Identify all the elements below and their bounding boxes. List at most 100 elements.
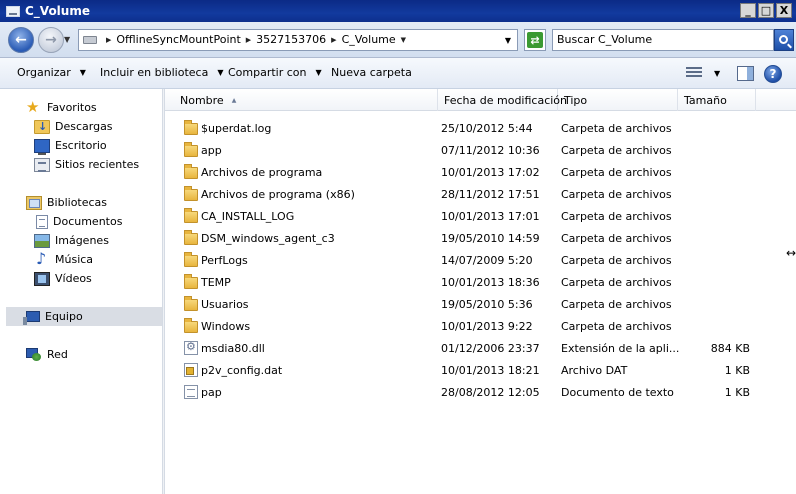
mouse-cursor-icon: ↔ bbox=[786, 246, 796, 260]
chevron-icon[interactable]: ▶ bbox=[246, 36, 251, 44]
nav-network[interactable]: Red bbox=[26, 345, 68, 364]
help-icon[interactable]: ? bbox=[764, 65, 782, 83]
breadcrumb[interactable]: ▶ OfflineSyncMountPoint ▶ 3527153706 ▶ C… bbox=[78, 29, 518, 51]
table-row[interactable]: Archivos de programa (x86) 28/11/2012 17:… bbox=[165, 184, 796, 206]
window-title: C_Volume bbox=[25, 4, 90, 18]
chevron-down-icon[interactable]: ▼ bbox=[401, 36, 406, 44]
refresh-button[interactable]: ⇄ bbox=[524, 29, 546, 51]
breadcrumb-c-volume[interactable]: C_Volume bbox=[342, 33, 396, 46]
pictures-icon bbox=[34, 233, 50, 248]
column-name-label: Nombre bbox=[180, 93, 224, 107]
drive-icon bbox=[6, 6, 20, 17]
table-row[interactable]: msdia80.dll 01/12/2006 23:37 Extensión de … bbox=[165, 338, 796, 360]
folder-icon bbox=[184, 186, 198, 201]
nav-music[interactable]: Música bbox=[34, 249, 93, 269]
table-row[interactable]: PerfLogs 14/07/2009 5:20 Carpeta de archiv… bbox=[165, 250, 796, 272]
nav-downloads-label: Descargas bbox=[55, 120, 113, 133]
nav-recent-places[interactable]: Sitios recientes bbox=[34, 155, 139, 174]
address-history-dropdown[interactable]: ▼ bbox=[505, 36, 511, 45]
column-header-name[interactable]: Nombre ▲ bbox=[174, 89, 438, 111]
view-options-icon[interactable] bbox=[686, 67, 702, 79]
recent-pages-dropdown[interactable]: ▼ bbox=[64, 35, 70, 44]
music-icon bbox=[34, 249, 50, 268]
table-row[interactable]: $uperdat.log 25/10/2012 5:44 Carpeta de ar… bbox=[165, 118, 796, 140]
file-modified: 25/10/2012 5:44 bbox=[441, 122, 533, 135]
back-button[interactable]: ← bbox=[8, 27, 34, 53]
table-row[interactable]: CA_INSTALL_LOG 10/01/2013 17:01 Carpeta de… bbox=[165, 206, 796, 228]
file-type: Carpeta de archivos bbox=[561, 210, 672, 223]
maximize-button[interactable]: □ bbox=[758, 3, 774, 18]
search-box[interactable] bbox=[552, 29, 774, 51]
nav-downloads[interactable]: Descargas bbox=[34, 117, 113, 136]
file-modified: 10/01/2013 18:36 bbox=[441, 276, 540, 289]
libraries-icon bbox=[26, 195, 42, 210]
text-file-icon bbox=[184, 385, 198, 399]
table-row[interactable]: Usuarios 19/05/2010 5:36 Carpeta de archiv… bbox=[165, 294, 796, 316]
file-modified: 10/01/2013 17:01 bbox=[441, 210, 540, 223]
view-options-dropdown[interactable]: ▼ bbox=[714, 69, 720, 78]
breadcrumb-id[interactable]: 3527153706 bbox=[256, 33, 326, 46]
file-type: Extensión de la apli... bbox=[561, 342, 680, 355]
file-modified: 01/12/2006 23:37 bbox=[441, 342, 540, 355]
documents-icon bbox=[36, 214, 48, 229]
star-icon bbox=[26, 98, 42, 116]
close-button[interactable]: X bbox=[776, 3, 792, 18]
preview-pane-icon[interactable] bbox=[737, 66, 754, 81]
title-bar[interactable]: C_Volume _ □ X bbox=[0, 0, 796, 22]
folder-icon bbox=[184, 142, 198, 157]
file-type: Carpeta de archivos bbox=[561, 122, 672, 135]
organize-menu[interactable]: Organizar ▼ bbox=[17, 66, 86, 79]
table-row[interactable]: p2v_config.dat 10/01/2013 18:21 Archivo DA… bbox=[165, 360, 796, 382]
minimize-button[interactable]: _ bbox=[740, 3, 756, 18]
file-type: Carpeta de archivos bbox=[561, 166, 672, 179]
include-library-label: Incluir en biblioteca bbox=[100, 66, 209, 79]
nav-recent-label: Sitios recientes bbox=[55, 158, 140, 171]
share-with-menu[interactable]: Compartir con ▼ bbox=[228, 66, 322, 79]
folder-icon bbox=[184, 252, 198, 267]
search-button[interactable] bbox=[774, 29, 794, 51]
chevron-icon[interactable]: ▶ bbox=[106, 36, 111, 44]
refresh-icon: ⇄ bbox=[527, 32, 543, 48]
file-modified: 28/11/2012 17:51 bbox=[441, 188, 540, 201]
forward-button[interactable]: → bbox=[38, 27, 64, 53]
folder-icon bbox=[184, 274, 198, 289]
include-library-menu[interactable]: Incluir en biblioteca ▼ bbox=[100, 66, 224, 79]
table-row[interactable]: app 07/11/2012 10:36 Carpeta de archivos bbox=[165, 140, 796, 162]
column-size-label: Tamaño bbox=[684, 93, 727, 107]
downloads-folder-icon bbox=[34, 119, 50, 134]
column-header-modified[interactable]: Fecha de modificación bbox=[438, 89, 567, 111]
file-name: app bbox=[201, 144, 222, 157]
nav-desktop[interactable]: Escritorio bbox=[34, 136, 107, 155]
chevron-down-icon: ▼ bbox=[217, 68, 224, 77]
file-name: $uperdat.log bbox=[201, 122, 272, 135]
file-list: Nombre ▲ Fecha de modificación Tipo Tama… bbox=[165, 89, 796, 494]
table-row[interactable]: Windows 10/01/2013 9:22 Carpeta de archivo… bbox=[165, 316, 796, 338]
search-input[interactable] bbox=[557, 33, 767, 46]
column-header-type[interactable]: Tipo bbox=[558, 89, 678, 111]
file-name: Windows bbox=[201, 320, 251, 333]
table-row[interactable]: pap 28/08/2012 12:05 Documento de texto 1 K… bbox=[165, 382, 796, 404]
nav-videos[interactable]: Vídeos bbox=[34, 269, 92, 288]
table-row[interactable]: Archivos de programa 10/01/2013 17:02 Carp… bbox=[165, 162, 796, 184]
table-row[interactable]: DSM_windows_agent_c3 19/05/2010 14:59 Carp… bbox=[165, 228, 796, 250]
new-folder-label: Nueva carpeta bbox=[331, 66, 412, 79]
table-row[interactable]: TEMP 10/01/2013 18:36 Carpeta de archivos bbox=[165, 272, 796, 294]
nav-images[interactable]: Imágenes bbox=[34, 231, 109, 250]
nav-favorites[interactable]: Favoritos bbox=[26, 98, 97, 117]
folder-icon bbox=[184, 208, 198, 223]
nav-desktop-label: Escritorio bbox=[55, 139, 107, 152]
videos-icon bbox=[34, 271, 50, 286]
new-folder-button[interactable]: Nueva carpeta bbox=[331, 66, 412, 79]
nav-libraries[interactable]: Bibliotecas bbox=[26, 193, 107, 212]
file-size: 884 KB bbox=[710, 342, 750, 355]
nav-computer[interactable]: Equipo bbox=[23, 307, 83, 326]
computer-icon bbox=[23, 311, 40, 325]
nav-documents[interactable]: Documentos bbox=[34, 212, 122, 231]
chevron-icon[interactable]: ▶ bbox=[331, 36, 336, 44]
file-name: CA_INSTALL_LOG bbox=[201, 210, 295, 223]
breadcrumb-offline-sync[interactable]: OfflineSyncMountPoint bbox=[116, 33, 240, 46]
column-header-size[interactable]: Tamaño bbox=[678, 89, 756, 111]
file-modified: 28/08/2012 12:05 bbox=[441, 386, 540, 399]
dll-file-icon bbox=[184, 340, 198, 355]
file-modified: 10/01/2013 9:22 bbox=[441, 320, 533, 333]
